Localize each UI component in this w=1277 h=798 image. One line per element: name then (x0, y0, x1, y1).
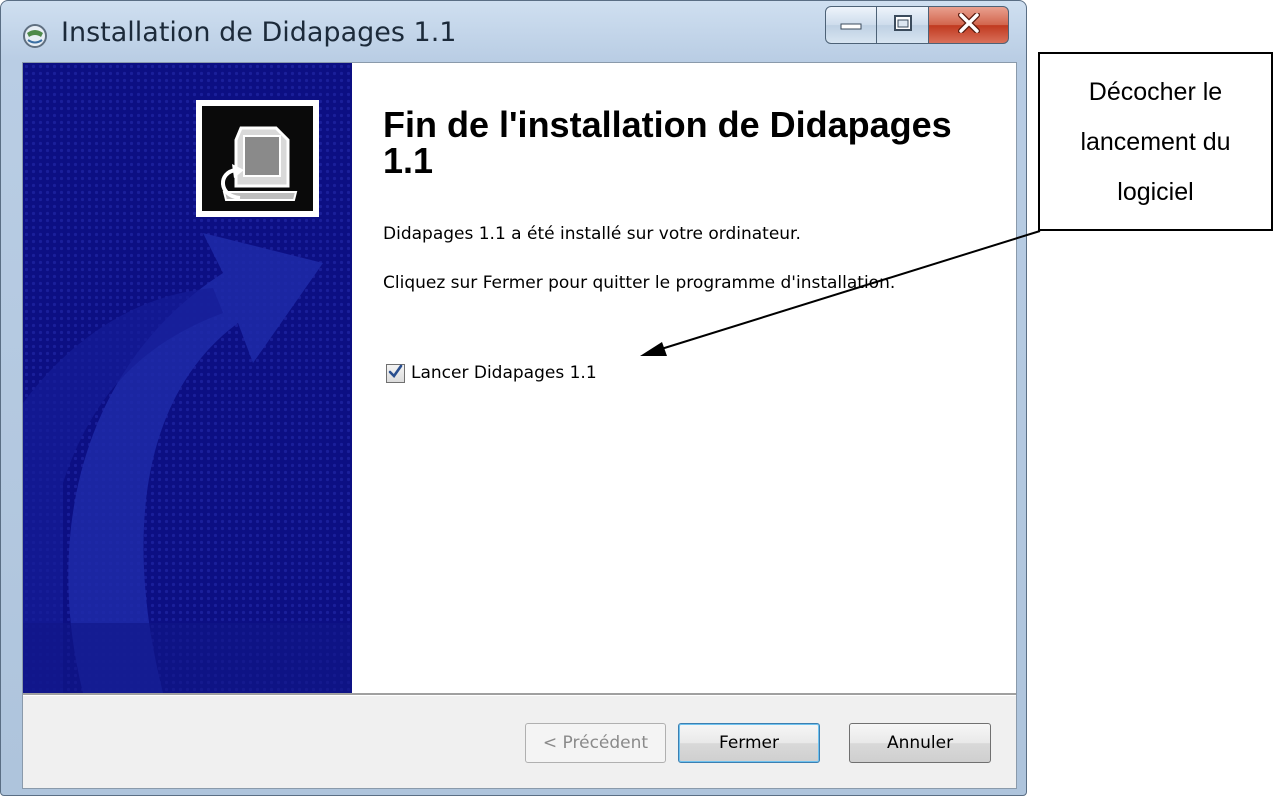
annotation-text: Décocher le lancement du logiciel (1080, 67, 1230, 217)
wizard-content: Fin de l'installation de Didapages 1.1 D… (352, 63, 1016, 693)
page-title: Fin de l'installation de Didapages 1.1 (383, 104, 952, 181)
window-title: Installation de Didapages 1.1 (61, 17, 457, 48)
installer-computer-icon (196, 100, 319, 217)
annotation-callout: Décocher le lancement du logiciel (1038, 52, 1273, 231)
wizard-banner (23, 63, 352, 693)
annotation-line: Décocher le (1088, 77, 1223, 106)
close-button[interactable]: Fermer (678, 723, 820, 763)
checkmark-icon (388, 364, 403, 383)
minimize-button[interactable] (825, 6, 877, 44)
launch-checkbox-row[interactable]: Lancer Didapages 1.1 (386, 363, 597, 383)
annotation-line: logiciel (1117, 177, 1194, 206)
launch-checkbox-label[interactable]: Lancer Didapages 1.1 (411, 363, 597, 383)
wizard-client-area: Fin de l'installation de Didapages 1.1 D… (22, 62, 1017, 789)
minimize-icon (840, 16, 862, 35)
maximize-button[interactable] (877, 6, 929, 44)
installer-window: Installation de Didapages 1.1 Fin de l'i… (0, 0, 1027, 796)
close-instruction: Cliquez sur Fermer pour quitter le progr… (383, 273, 896, 293)
caption-buttons (825, 6, 1009, 44)
launch-checkbox[interactable] (386, 363, 405, 383)
installer-globe-icon (22, 23, 48, 49)
installed-message: Didapages 1.1 a été installé sur votre o… (383, 224, 801, 244)
annotation-line: lancement du (1080, 127, 1231, 156)
title-bar[interactable]: Installation de Didapages 1.1 (1, 1, 1026, 61)
previous-button[interactable]: < Précédent (525, 723, 666, 763)
close-icon (957, 12, 981, 37)
maximize-icon (893, 15, 912, 35)
footer-separator (23, 693, 1016, 696)
close-window-button[interactable] (929, 6, 1009, 44)
cancel-button[interactable]: Annuler (849, 723, 991, 763)
